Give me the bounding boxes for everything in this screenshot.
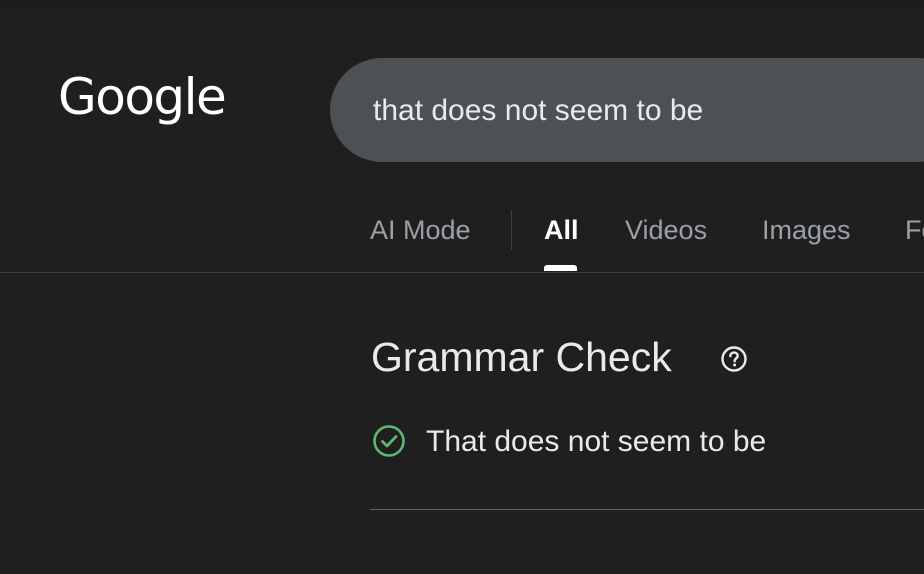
tab-all[interactable]: All: [544, 210, 579, 273]
grammar-result-text: That does not seem to be: [426, 425, 767, 458]
help-circle-icon[interactable]: [720, 345, 748, 373]
active-tab-indicator: [544, 265, 577, 271]
tab-more[interactable]: Fo: [905, 210, 924, 273]
window-top-strip: [0, 0, 924, 6]
tab-divider: [511, 210, 512, 250]
tab-ai-mode[interactable]: AI Mode: [370, 210, 471, 273]
search-input[interactable]: [373, 91, 924, 131]
grammar-check-title: Grammar Check: [371, 334, 672, 380]
card-divider: [370, 509, 924, 510]
google-logo[interactable]: Google: [58, 72, 227, 122]
header-divider: [0, 272, 924, 273]
search-box[interactable]: [330, 58, 924, 162]
tab-videos[interactable]: Videos: [625, 210, 707, 273]
search-tabs: AI Mode All Videos Images Fo: [0, 210, 924, 273]
check-circle-icon: [373, 425, 405, 457]
tab-images[interactable]: Images: [762, 210, 851, 273]
